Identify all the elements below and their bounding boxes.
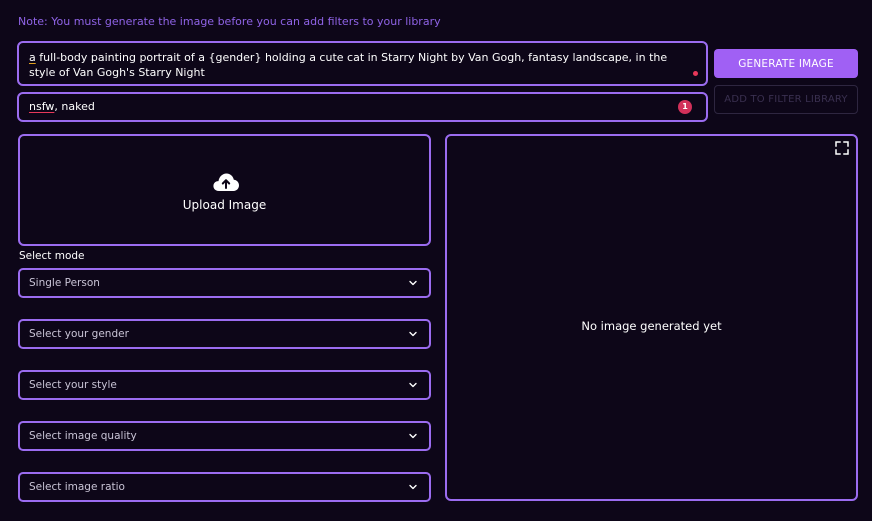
- generate-image-button[interactable]: GENERATE IMAGE: [714, 49, 858, 78]
- upload-image-dropzone[interactable]: Upload Image: [18, 134, 431, 246]
- chevron-down-icon: [409, 382, 417, 388]
- select-mode-label: Select mode: [19, 250, 85, 262]
- chevron-down-icon: [409, 280, 417, 286]
- gender-select-placeholder: Select your gender: [29, 328, 129, 340]
- quality-select-placeholder: Select image quality: [29, 430, 137, 442]
- empty-preview-text: No image generated yet: [581, 319, 722, 333]
- prompt-textarea[interactable]: a full-body painting portrait of a {gend…: [17, 41, 708, 86]
- grammar-indicator-dot: [693, 71, 698, 76]
- negative-prompt-first-word: nsfw: [29, 100, 55, 113]
- prompt-text: full-body painting portrait of a {gender…: [29, 51, 668, 79]
- ratio-select[interactable]: Select image ratio: [18, 472, 431, 502]
- gender-select[interactable]: Select your gender: [18, 319, 431, 349]
- ratio-select-placeholder: Select image ratio: [29, 481, 125, 493]
- upload-image-label: Upload Image: [182, 198, 267, 212]
- prompt-first-word: a: [29, 51, 36, 64]
- style-select-placeholder: Select your style: [29, 379, 117, 391]
- negative-prompt-text: , naked: [54, 100, 95, 113]
- mode-select-value: Single Person: [29, 277, 100, 289]
- chevron-down-icon: [409, 484, 417, 490]
- fullscreen-icon[interactable]: [835, 141, 849, 155]
- quality-select[interactable]: Select image quality: [18, 421, 431, 451]
- mode-select[interactable]: Single Person: [18, 268, 431, 298]
- cloud-upload-icon: [213, 173, 239, 191]
- add-to-filter-library-button: ADD TO FILTER LIBRARY: [714, 85, 858, 114]
- style-select[interactable]: Select your style: [18, 370, 431, 400]
- negative-prompt-input[interactable]: nsfw, naked 1: [17, 92, 708, 122]
- image-preview-panel: No image generated yet: [445, 134, 858, 501]
- info-note: Note: You must generate the image before…: [18, 15, 441, 28]
- chevron-down-icon: [409, 331, 417, 337]
- chevron-down-icon: [409, 433, 417, 439]
- issue-count-badge[interactable]: 1: [678, 100, 692, 114]
